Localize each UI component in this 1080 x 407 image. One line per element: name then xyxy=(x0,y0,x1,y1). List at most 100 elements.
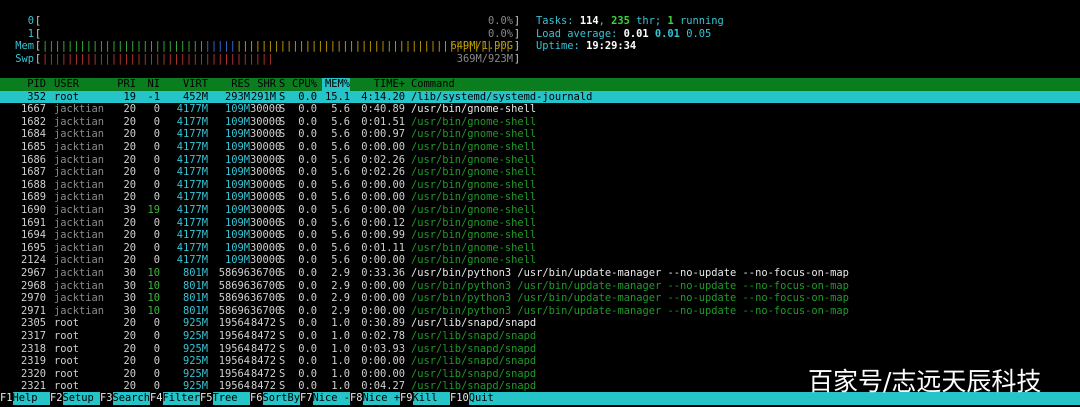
cell-cmd: /usr/lib/snapd/snapd xyxy=(411,317,537,330)
fkey-f6-label[interactable]: SortBy xyxy=(262,392,300,405)
col-time[interactable]: TIME+ xyxy=(352,78,405,91)
process-row[interactable]: 2968 jacktian 30 10 801M 58696 36700 S 0.0 2.9 0:0… xyxy=(0,280,1080,293)
process-row[interactable]: 1685 jacktian 20 0 4177M 109M 30000 S 0.0 5.6 0:00… xyxy=(0,141,1080,154)
fkey-f5-label[interactable]: Tree xyxy=(212,392,250,405)
fkey-f2[interactable]: F2 xyxy=(50,392,63,405)
cell-res: 109M xyxy=(224,216,250,229)
load-1min: 0.01 xyxy=(623,27,649,40)
uptime-label: Uptime: xyxy=(536,40,580,53)
cell-user: jacktian xyxy=(54,267,105,279)
cell-time: 0:02.26 xyxy=(361,153,405,166)
cell-s: S xyxy=(279,216,286,229)
fkey-f9[interactable]: F9 xyxy=(400,392,413,405)
col-pid[interactable]: PID xyxy=(0,78,46,91)
process-row[interactable]: 1688 jacktian 20 0 4177M 109M 30000 S 0.0 5.6 0:00… xyxy=(0,179,1080,192)
cell-pid: 1694 xyxy=(20,229,46,242)
fkey-f3[interactable]: F3 xyxy=(100,392,113,405)
cell-cpu: 0.0 xyxy=(298,241,317,254)
cell-cmd: /usr/bin/gnome-shell xyxy=(411,254,537,267)
process-row[interactable]: 2970 jacktian 30 10 801M 58696 36700 S 0.0 2.9 0:0… xyxy=(0,292,1080,305)
fkey-f7[interactable]: F7 xyxy=(300,392,313,405)
cell-pri: 20 xyxy=(123,330,136,342)
cell-res: 109M xyxy=(224,178,250,191)
process-row[interactable]: 1691 jacktian 20 0 4177M 109M 30000 S 0.0 5.6 0:00… xyxy=(0,217,1080,230)
fkey-f1[interactable]: F1 xyxy=(0,392,13,405)
fkey-f5[interactable]: F5 xyxy=(200,392,213,405)
process-row[interactable]: 2124 jacktian 20 0 4177M 109M 30000 S 0.0 5.6 0:00… xyxy=(0,254,1080,267)
cell-ni: 10 xyxy=(147,304,160,317)
fkey-f3-label[interactable]: Search xyxy=(112,392,150,405)
cell-time: 0:00.00 xyxy=(361,191,405,204)
cell-mem: 5.6 xyxy=(331,178,350,191)
cell-time: 0:00.97 xyxy=(361,128,405,141)
cell-shr: 30000 xyxy=(250,103,282,116)
fkey-f4-label[interactable]: Filter xyxy=(162,392,200,405)
process-row[interactable]: 1689 jacktian 20 0 4177M 109M 30000 S 0.0 5.6 0:00… xyxy=(0,191,1080,204)
process-row[interactable]: 1686 jacktian 20 0 4177M 109M 30000 S 0.0 5.6 0:02… xyxy=(0,154,1080,167)
cell-mem: 5.6 xyxy=(331,229,350,242)
col-mem[interactable]: MEM% xyxy=(322,78,350,91)
cell-user: root xyxy=(54,342,80,355)
cell-virt: 4177M xyxy=(176,153,208,166)
fkey-f7-label[interactable]: Nice - xyxy=(312,392,350,405)
cell-virt: 925M xyxy=(182,342,208,355)
process-row[interactable]: 2305 root 20 0 925M 19564 8472 S 0.0 1.0 0:30.89/u… xyxy=(0,317,1080,330)
fkey-f10[interactable]: F10 xyxy=(450,392,469,405)
cell-time: 0:40.89 xyxy=(361,103,405,116)
col-virt[interactable]: VIRT xyxy=(164,78,208,91)
process-row[interactable]: 1682 jacktian 20 0 4177M 109M 30000 S 0.0 5.6 0:01… xyxy=(0,116,1080,129)
col-res[interactable]: RES xyxy=(210,78,250,91)
fkey-f1-label[interactable]: Help xyxy=(12,392,50,405)
cell-cpu: 0.0 xyxy=(298,103,317,116)
cell-shr: 36700 xyxy=(250,279,282,292)
col-pri[interactable]: PRI xyxy=(116,78,136,91)
cell-cpu: 0.0 xyxy=(298,166,317,179)
cell-mem: 1.0 xyxy=(331,342,350,355)
cell-virt: 4177M xyxy=(176,204,208,216)
col-command[interactable]: Command xyxy=(411,78,1071,91)
cell-user: jacktian xyxy=(54,178,105,191)
cell-cpu: 0.0 xyxy=(298,141,317,153)
process-row[interactable]: 1667 jacktian 20 0 4177M 109M 30000 S 0.0 5.6 0:40… xyxy=(0,103,1080,116)
process-row-selected[interactable]: 352 root 19 -1 452M 293M 291M S 0.0 15.1 4:14.20/l… xyxy=(0,90,1080,104)
process-row[interactable]: 1684 jacktian 20 0 4177M 109M 30000 S 0.0 5.6 0:00… xyxy=(0,128,1080,141)
process-row[interactable]: 2971 jacktian 30 10 801M 58696 36700 S 0.0 2.9 0:0… xyxy=(0,305,1080,318)
cell-cmd: /usr/bin/gnome-shell xyxy=(411,204,537,216)
cell-user: jacktian xyxy=(54,103,105,116)
fkey-f8[interactable]: F8 xyxy=(350,392,363,405)
cell-user: root xyxy=(54,355,80,368)
cell-shr: 30000 xyxy=(250,191,282,204)
process-row[interactable]: 1690 jacktian 39 19 4177M 109M 30000 S 0.0 5.6 0:0… xyxy=(0,204,1080,217)
threads-count: 235 xyxy=(611,15,630,27)
fkey-f8-label[interactable]: Nice + xyxy=(362,392,400,405)
col-shr[interactable]: SHR xyxy=(250,78,276,91)
cell-res: 19564 xyxy=(218,367,250,380)
cell-shr: 30000 xyxy=(250,128,282,141)
fkey-f4[interactable]: F4 xyxy=(150,392,163,405)
cell-pid: 1690 xyxy=(20,204,46,216)
cell-pri: 19 xyxy=(123,90,136,103)
col-ni[interactable]: NI xyxy=(140,78,160,91)
cell-user: root xyxy=(54,367,80,380)
process-row[interactable]: 1687 jacktian 20 0 4177M 109M 30000 S 0.0 5.6 0:02… xyxy=(0,166,1080,179)
cell-cpu: 0.0 xyxy=(298,191,317,204)
process-row[interactable]: 2967 jacktian 30 10 801M 58696 36700 S 0.0 2.9 0:3… xyxy=(0,267,1080,280)
col-state[interactable]: S xyxy=(279,78,287,91)
process-row[interactable]: 1694 jacktian 20 0 4177M 109M 30000 S 0.0 5.6 0:00… xyxy=(0,229,1080,242)
cell-cpu: 0.0 xyxy=(298,330,317,342)
fkey-f6[interactable]: F6 xyxy=(250,392,263,405)
process-row[interactable]: 2317 root 20 0 925M 19564 8472 S 0.0 1.0 0:02.78/u… xyxy=(0,330,1080,343)
fkey-f2-label[interactable]: Setup xyxy=(62,392,100,405)
cell-ni: 0 xyxy=(153,330,160,342)
fkey-f9-label[interactable]: Kill xyxy=(412,392,450,405)
col-cpu[interactable]: CPU% xyxy=(289,78,317,91)
cell-cpu: 0.0 xyxy=(298,128,317,141)
fkey-f10-label[interactable]: Quit xyxy=(468,392,507,405)
process-row[interactable]: 2318 root 20 0 925M 19564 8472 S 0.0 1.0 0:03.93/u… xyxy=(0,343,1080,356)
cell-res: 109M xyxy=(224,128,250,141)
col-user[interactable]: USER xyxy=(54,78,116,91)
cell-shr: 30000 xyxy=(250,115,282,128)
cell-pri: 20 xyxy=(123,128,136,141)
process-row[interactable]: 1695 jacktian 20 0 4177M 109M 30000 S 0.0 5.6 0:01… xyxy=(0,242,1080,255)
cell-cmd: /usr/bin/gnome-shell xyxy=(411,216,537,229)
